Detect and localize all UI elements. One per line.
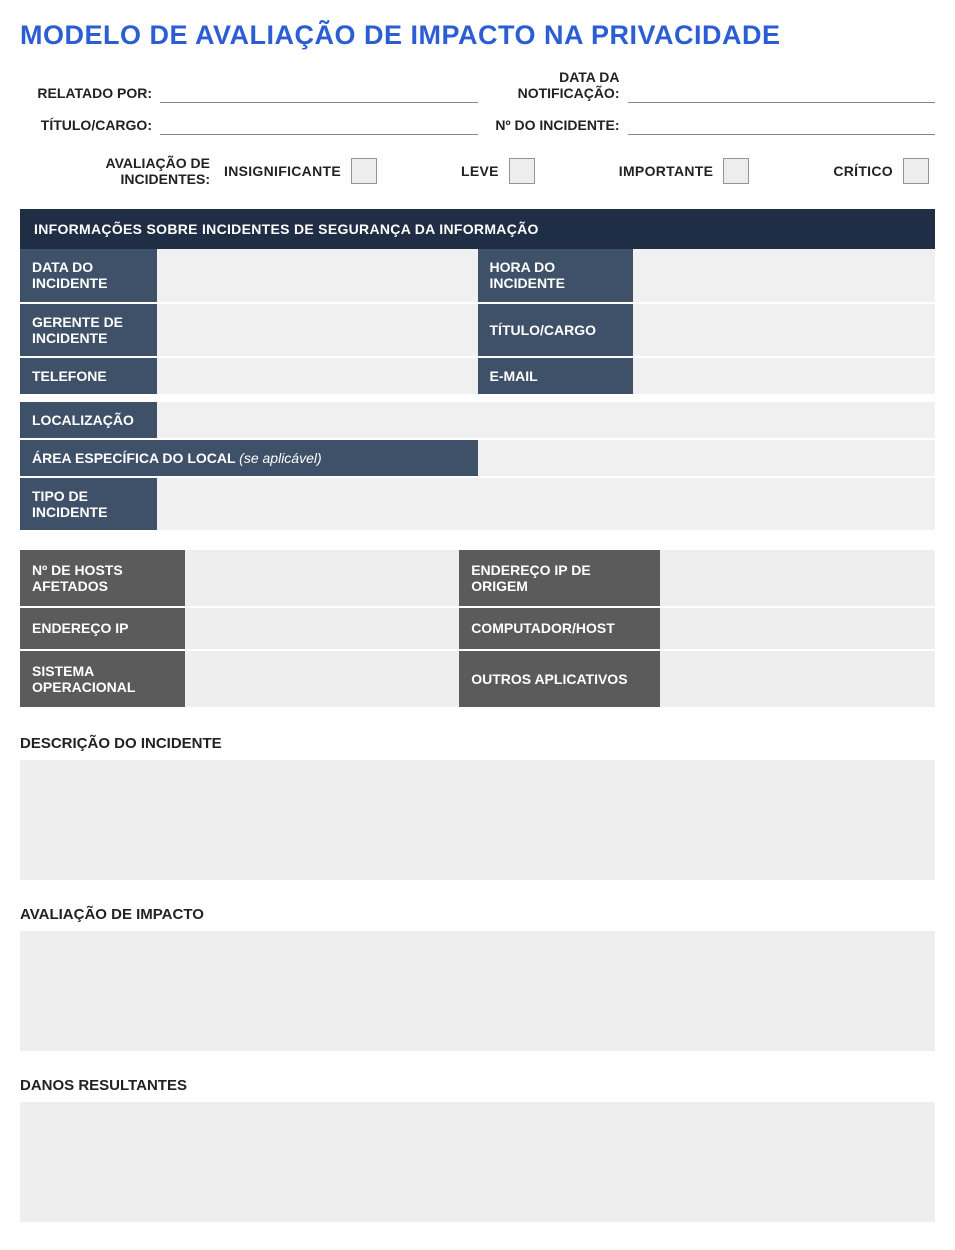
phone-label: TELEFONE: [20, 358, 157, 396]
location-input[interactable]: [157, 402, 935, 440]
hosts-affected-input[interactable]: [185, 550, 460, 608]
email-input[interactable]: [633, 358, 935, 396]
resulting-damages-section: DANOS RESULTANTES: [20, 1077, 935, 1222]
tech-table: Nº DE HOSTS AFETADOS ENDEREÇO IP DE ORIG…: [20, 550, 935, 708]
page-title: MODELO DE AVALIAÇÃO DE IMPACTO NA PRIVAC…: [20, 20, 935, 51]
assessment-label-insignificant: INSIGNIFICANTE: [224, 163, 341, 179]
incident-type-input[interactable]: [157, 478, 935, 532]
assessment-option-critical: CRÍTICO: [833, 158, 929, 184]
assessment-label-important: IMPORTANTE: [619, 163, 714, 179]
other-apps-label: OUTROS APLICATIVOS: [459, 651, 660, 709]
checkbox-light[interactable]: [509, 158, 535, 184]
incident-description-input[interactable]: [20, 760, 935, 880]
title-role-label: TÍTULO/CARGO:: [20, 117, 160, 135]
os-label: SISTEMA OPERACIONAL: [20, 651, 185, 709]
phone-input[interactable]: [157, 358, 477, 396]
assessment-option-important: IMPORTANTE: [619, 158, 750, 184]
incident-manager-input[interactable]: [157, 304, 477, 358]
incident-type-label: TIPO DE INCIDENTE: [20, 478, 157, 532]
header-row-2: TÍTULO/CARGO: Nº DO INCIDENTE:: [20, 113, 935, 135]
source-ip-label: ENDEREÇO IP DE ORIGEM: [459, 550, 660, 608]
incident-no-input[interactable]: [628, 113, 936, 135]
os-input[interactable]: [185, 651, 460, 709]
incident-time-input[interactable]: [633, 249, 935, 303]
incident-date-label: DATA DO INCIDENTE: [20, 249, 157, 303]
checkbox-critical[interactable]: [903, 158, 929, 184]
info-title-role-input[interactable]: [633, 304, 935, 358]
info-title-role-label: TÍTULO/CARGO: [478, 304, 634, 358]
reported-by-input[interactable]: [160, 81, 478, 103]
incident-date-input[interactable]: [157, 249, 477, 303]
assessment-option-light: LEVE: [461, 158, 535, 184]
location-label: LOCALIZAÇÃO: [20, 402, 157, 440]
other-apps-input[interactable]: [660, 651, 935, 709]
reported-by-label: RELATADO POR:: [20, 85, 160, 103]
ip-input[interactable]: [185, 608, 460, 650]
title-role-input[interactable]: [160, 113, 478, 135]
computer-host-label: COMPUTADOR/HOST: [459, 608, 660, 650]
ip-label: ENDEREÇO IP: [20, 608, 185, 650]
assessment-label-light: LEVE: [461, 163, 499, 179]
email-label: E-MAIL: [478, 358, 634, 396]
header-row-1: RELATADO POR: DATA DA NOTIFICAÇÃO:: [20, 69, 935, 103]
info-table: DATA DO INCIDENTE HORA DO INCIDENTE GERE…: [20, 249, 935, 532]
computer-host-input[interactable]: [660, 608, 935, 650]
hosts-affected-label: Nº DE HOSTS AFETADOS: [20, 550, 185, 608]
specific-area-input[interactable]: [478, 440, 936, 478]
impact-assessment-title: AVALIAÇÃO DE IMPACTO: [20, 906, 935, 923]
assessment-label-critical: CRÍTICO: [833, 163, 893, 179]
specific-area-label: ÁREA ESPECÍFICA DO LOCAL (se aplicável): [20, 440, 478, 478]
incident-no-label: Nº DO INCIDENTE:: [478, 117, 628, 135]
incident-manager-label: GERENTE DE INCIDENTE: [20, 304, 157, 358]
impact-assessment-section: AVALIAÇÃO DE IMPACTO: [20, 906, 935, 1051]
impact-assessment-input[interactable]: [20, 931, 935, 1051]
incident-description-section: DESCRIÇÃO DO INCIDENTE: [20, 735, 935, 880]
info-banner: INFORMAÇÕES SOBRE INCIDENTES DE SEGURANÇ…: [20, 209, 935, 249]
notification-date-label: DATA DA NOTIFICAÇÃO:: [478, 69, 628, 103]
source-ip-input[interactable]: [660, 550, 935, 608]
resulting-damages-title: DANOS RESULTANTES: [20, 1077, 935, 1094]
checkbox-important[interactable]: [723, 158, 749, 184]
checkbox-insignificant[interactable]: [351, 158, 377, 184]
resulting-damages-input[interactable]: [20, 1102, 935, 1222]
incident-time-label: HORA DO INCIDENTE: [478, 249, 634, 303]
incident-description-title: DESCRIÇÃO DO INCIDENTE: [20, 735, 935, 752]
assessment-lead-label: AVALIAÇÃO DE INCIDENTES:: [20, 155, 220, 187]
assessment-row: AVALIAÇÃO DE INCIDENTES: INSIGNIFICANTE …: [20, 155, 935, 187]
assessment-option-insignificant: INSIGNIFICANTE: [224, 158, 377, 184]
notification-date-input[interactable]: [628, 81, 936, 103]
